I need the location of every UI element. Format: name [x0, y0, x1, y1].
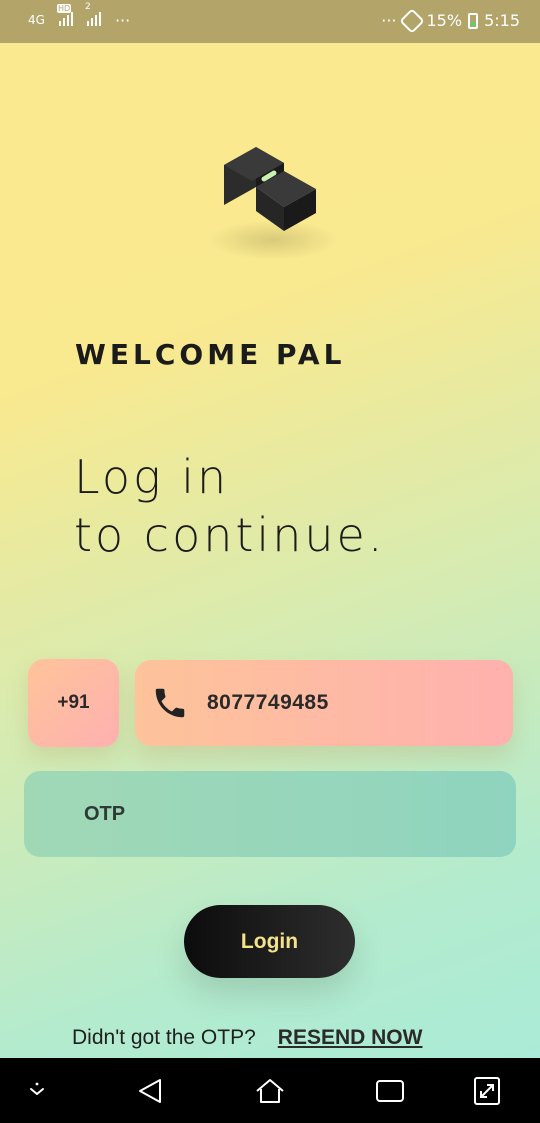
login-button[interactable]: Login [184, 905, 355, 978]
status-overflow-left: ··· [114, 10, 131, 30]
phone-number-value: 8077749485 [207, 691, 329, 714]
resend-row: Didn't got the OTP? RESEND NOW [72, 1026, 422, 1050]
sim2-signal-icon: 2 [85, 2, 101, 30]
status-overflow-right: ··· [381, 11, 397, 30]
app-logo [224, 147, 316, 231]
status-right: ··· 15% 5:15 [381, 7, 520, 34]
resend-now-link[interactable]: RESEND NOW [278, 1026, 423, 1049]
home-icon[interactable] [253, 1074, 287, 1108]
title-line-2: to continue. [74, 508, 386, 562]
welcome-heading: WELCOME PAL [75, 338, 346, 371]
sim1-signal-icon: HD [56, 4, 73, 30]
phone-field[interactable]: 8077749485 [135, 660, 513, 746]
recents-icon[interactable] [373, 1074, 407, 1108]
country-code-selector[interactable]: +91 [28, 659, 119, 747]
back-icon[interactable] [134, 1074, 168, 1108]
page-title: Log in to continue. [74, 448, 385, 564]
system-nav-bar [0, 1058, 540, 1123]
chevron-down-icon[interactable] [20, 1074, 54, 1108]
otp-input[interactable] [84, 771, 484, 857]
sync-icon [398, 7, 425, 34]
sim2-label: 2 [84, 2, 91, 12]
resend-prompt: Didn't got the OTP? [72, 1026, 256, 1049]
status-bar: 4G HD 2 ··· ··· 15% 5:15 [0, 0, 540, 43]
network-type: 4G [28, 13, 45, 27]
status-left: 4G HD 2 ··· [28, 2, 131, 30]
expand-icon[interactable] [470, 1074, 504, 1108]
phone-icon [155, 688, 185, 718]
otp-field[interactable] [24, 771, 516, 857]
title-line-1: Log in [74, 450, 230, 504]
battery-icon [468, 12, 479, 29]
clock: 5:15 [484, 11, 520, 30]
battery-percent: 15% [426, 11, 463, 30]
volte-badge: HD [56, 4, 72, 13]
